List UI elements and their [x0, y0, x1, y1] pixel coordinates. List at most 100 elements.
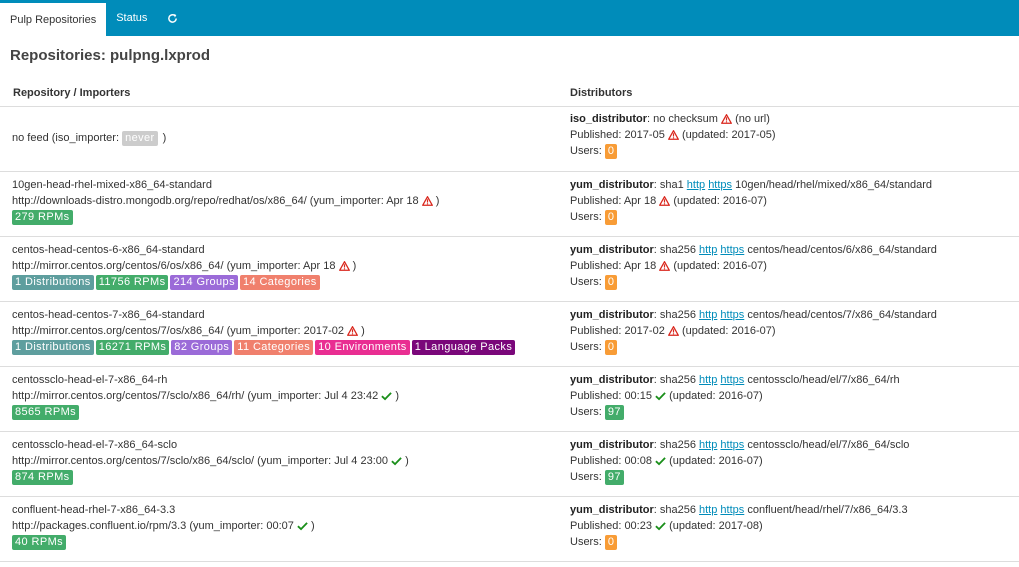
updated-value: 2016-07 [718, 454, 760, 467]
users-badge: 0 [604, 534, 618, 550]
repo-cell: centos-head-centos-7-x86_64-standardhttp… [0, 301, 557, 367]
count-badge: 8565 RPMs [12, 404, 80, 420]
published-value: 00:23 [624, 519, 652, 532]
count-badge: 214 Groups [170, 274, 238, 290]
warning-icon [347, 325, 359, 337]
table-row: centosscl​o-head-el-7-x86_64-rh http://mi… [0, 366, 1019, 432]
col-header-distributors: Distributors [557, 72, 1019, 107]
publish-path: centos/head/centos/6/x86_64/standard [747, 243, 937, 256]
repo-feed: http://mirror.centos.org/centos/7/sclo/x… [12, 454, 409, 467]
count-badge: 1 Distributions [12, 274, 94, 290]
repo-badges: 1 Distributions 11756 RPMs 214 Groups 14 Ca… [12, 274, 557, 290]
count-badge: 10 Environments [315, 339, 410, 355]
count-badge: 1 Language Packs [411, 339, 516, 355]
warning-icon [667, 129, 679, 141]
distributor-cell: yum_distributor: sha1 http https 10gen/h… [557, 171, 1019, 237]
published-value: 2017-05 [624, 128, 665, 141]
updated-value: 2017-05 [731, 128, 772, 141]
publish-path: centossclo/head/el/7/x86_64/rh [747, 373, 900, 386]
published-value: Apr 18 [623, 194, 657, 207]
https-link[interactable]: https [720, 374, 744, 386]
publish-path: confluent/head/rhel/7/x86_64/3.3 [747, 503, 908, 516]
repo-cell: centos-head-centos-6-x86_64-standardhttp… [0, 236, 557, 302]
repo-name: centosscl​o-head-el-7-x86_64-rh [12, 373, 168, 386]
check-icon [391, 455, 402, 467]
distributor-name: yum_distributor [570, 308, 654, 321]
repo-name: centossclo-head-el-7-x86_64-sclo [12, 438, 178, 451]
https-link[interactable]: https [708, 179, 732, 191]
users-badge: 0 [604, 209, 618, 225]
repo-cell: centosscl​o-head-el-7-x86_64-rh http://mi… [0, 366, 557, 432]
repo-feed: http://mirror.centos.org/centos/7/sclo/x… [12, 389, 400, 402]
repo-name: centos-head-centos-7-x86_64-standard [12, 308, 205, 321]
repo-feed: http://packages.confluent.io/rpm/3.3 (yu… [12, 519, 315, 532]
publish-path: centossclo/head/el/7/x86_64/sclo [747, 438, 910, 451]
publish-path: 10gen/head/rhel/mixed/x86_64/standard [735, 178, 933, 191]
count-badge: 82 Groups [171, 339, 233, 355]
count-badge: 874 RPMs [12, 469, 73, 485]
https-link[interactable]: https [720, 439, 744, 451]
updated-value: 2017-08 [718, 519, 760, 532]
count-badge: 16271 RPMs [95, 339, 170, 355]
users-badge: 97 [604, 404, 624, 420]
count-badge: 11756 RPMs [95, 274, 169, 290]
page-title: Repositories: pulpng.lxprod [10, 47, 211, 64]
warning-icon [667, 325, 679, 337]
repo-feed: http://mirror.centos.org/centos/7/os/x86… [12, 324, 365, 337]
warning-icon [659, 260, 671, 272]
table-row: centos-head-centos-7-x86_64-standard http… [0, 301, 1019, 367]
repo-name: confluent-head-rhel-7-x86_64-3.3 [12, 503, 176, 516]
check-icon [655, 390, 666, 402]
repo-badges: 874 RPMs [12, 469, 557, 485]
http-link[interactable]: http [699, 374, 717, 386]
tab-pulp-repositories[interactable]: Pulp Repositories [0, 3, 107, 36]
warning-icon [421, 195, 433, 207]
warning-icon [338, 260, 350, 272]
distributor-name: yum_distributor [570, 178, 654, 191]
https-link[interactable]: https [720, 244, 744, 256]
repo-cell: centossclo-head-el-7-x86_64-sclo http://m… [0, 431, 557, 497]
distributor-name: yum_distributor [570, 373, 654, 386]
check-icon [381, 390, 393, 402]
count-badge: 279 RPMs [12, 209, 73, 225]
check-icon [655, 455, 666, 467]
check-icon [297, 520, 308, 532]
distributor-name: yum_distributor [570, 503, 654, 516]
repo-badges: 1 Distributions 16271 RPMs 82 Groups 11 Cat… [12, 339, 557, 355]
https-link[interactable]: https [720, 504, 744, 516]
distributor-name: yum_distributor [570, 438, 654, 451]
count-badge: 40 RPMs [12, 534, 67, 550]
https-link[interactable]: https [720, 309, 744, 321]
refresh-icon[interactable] [157, 0, 188, 36]
http-link[interactable]: http [687, 179, 705, 191]
distributor-cell: yum_distributor: sha256 http https cento… [557, 301, 1019, 367]
warning-icon [659, 195, 671, 207]
updated-value: 2016-07 [722, 194, 764, 207]
table-row: centos-head-centos-6-x86_64-standard http… [0, 236, 1019, 302]
distributor-cell: yum_distributor: sha256 http https confl… [557, 496, 1019, 562]
check-icon [655, 520, 666, 532]
users-badge: 0 [604, 274, 618, 290]
http-link[interactable]: http [699, 504, 717, 516]
repo-feed: http://mirror.centos.org/centos/6/os/x86… [12, 259, 357, 272]
distributor-cell: yum_distributor: sha256 http https cento… [557, 431, 1019, 497]
repo-cell: confluent-head-rhel-7-x86_64-3.3 http://p… [0, 496, 557, 562]
distributor-cell: iso_distributor: no checksum (no url) Pub… [557, 106, 1019, 172]
http-link[interactable]: http [699, 439, 717, 451]
distributor-cell: yum_distributor: sha256 http https cento… [557, 366, 1019, 432]
warning-icon [721, 113, 732, 125]
distributor-name: yum_distributor [570, 243, 654, 256]
publish-path: centos/head/centos/7/x86_64/standard [747, 308, 937, 321]
count-badge: 11 Categories [234, 339, 314, 355]
repo-name: 10gen-head-rhel-mixed-x86_64-standard [12, 178, 212, 191]
table-row: no feed (iso_importer: never ) iso_distri… [0, 106, 1019, 172]
repo-cell: 10gen-head-rhel-mixed-x86_64-standard htt… [0, 171, 557, 237]
http-link[interactable]: http [699, 244, 717, 256]
repositories-table: Repository / Importers Distributors no f… [0, 72, 1019, 562]
repo-name: centos-head-centos-6-x86_64-standard [12, 243, 205, 256]
col-header-repository: Repository / Importers [0, 72, 557, 107]
published-value: Apr 18 [623, 259, 657, 272]
http-link[interactable]: http [699, 309, 717, 321]
tab-status[interactable]: Status [106, 0, 157, 36]
repo-name: no feed (iso_importer: [12, 131, 119, 144]
